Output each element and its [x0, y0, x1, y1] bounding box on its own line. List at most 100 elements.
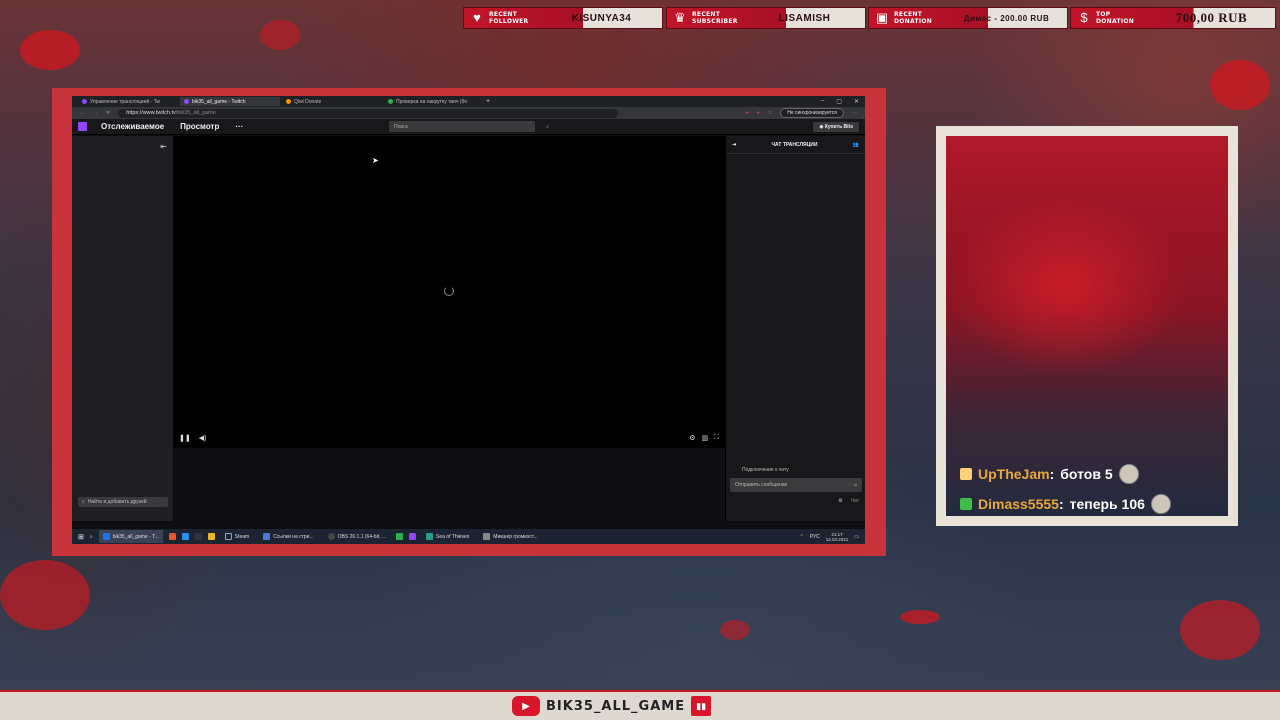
badge-icon: [960, 468, 972, 480]
taskbar-item[interactable]: bik35_all_game - T...: [98, 530, 163, 543]
stream-overlay: ♥ RECENT FOLLOWER KISUNYA34 ♛ RECENT SUB…: [0, 0, 1280, 720]
youtube-icon: ▶: [512, 696, 540, 716]
recent-subscriber-alert: ♛ RECENT SUBSCRIBER LISAMISH: [666, 7, 866, 29]
app-icon[interactable]: [396, 533, 404, 540]
tab-favicon-icon: [82, 99, 87, 104]
volume-icon[interactable]: ◀): [199, 434, 207, 442]
volume-mixer-icon: [483, 533, 491, 540]
taskbar-item[interactable]: Ссылки на стри...: [259, 530, 317, 543]
app-icon[interactable]: [168, 533, 176, 540]
app-icon[interactable]: [207, 533, 215, 540]
browser-frame: Управление трансляцией - Tw bik35_all_ga…: [52, 88, 886, 556]
app-icon[interactable]: [194, 533, 202, 540]
collapse-sidebar-icon[interactable]: ⇤: [160, 142, 167, 151]
settings-icon[interactable]: ⚙: [689, 434, 695, 442]
chat-status: Подключение к чату: [742, 467, 789, 473]
emote-picker-icon[interactable]: ☺: [853, 482, 858, 488]
trophy-icon: ♛: [674, 10, 686, 25]
notifications-icon[interactable]: ▭: [854, 534, 859, 540]
emote-face-icon: [1118, 464, 1139, 484]
new-tab-icon[interactable]: +: [486, 98, 490, 105]
recent-donation-alert: ▣ RECENT DONATION Димас - 200.00 RUB: [868, 7, 1068, 29]
url-field[interactable]: https://www.twitch.tv/bik35_all_game: [118, 108, 619, 118]
nav-following[interactable]: Отслеживаемое: [101, 122, 164, 131]
player-controls-right: ⚙ ▥ ⛶: [689, 434, 719, 442]
buy-bits-button[interactable]: ◆ Купить Bits: [813, 121, 859, 132]
collapse-chat-icon[interactable]: ⇥: [732, 142, 736, 148]
taskbar-item[interactable]: Steam: [221, 530, 253, 543]
social-links: ▶ BIK35_ALL_GAME ▮▮: [512, 696, 712, 716]
chat-input[interactable]: Отправить сообщение ☺: [730, 478, 862, 492]
blood-splatter: [1180, 600, 1260, 660]
system-clock[interactable]: 21:17 12.03.2021: [826, 532, 849, 542]
browser-tab[interactable]: Проверка на накрутку твич (бо: [384, 97, 484, 106]
tab-favicon-icon: [388, 99, 393, 104]
left-sidebar: ⇤ ⌕ Найти и добавить друзей: [72, 136, 173, 521]
search-icon[interactable]: ⌕: [546, 124, 549, 130]
sync-button[interactable]: Не синхронизируется: [780, 108, 844, 118]
minimize-icon[interactable]: –: [821, 98, 824, 105]
address-bar-row: ← → ✕ https://www.twitch.tv/bik35_all_ga…: [72, 107, 865, 119]
more-menu-icon[interactable]: ···: [852, 110, 857, 116]
chat-send-button[interactable]: Чат: [851, 498, 859, 504]
blood-splatter: [20, 30, 80, 70]
app-icon[interactable]: [181, 533, 189, 540]
pause-icon[interactable]: ❚❚: [179, 434, 191, 442]
twitch-main: ⇤ ⌕ Найти и добавить друзей ➤ ❚❚ ◀) ⚙ ▥ …: [72, 136, 865, 521]
extension-icon[interactable]: ●: [746, 110, 749, 116]
emote-face-icon: [1150, 494, 1171, 514]
search-icon[interactable]: ⌕: [90, 534, 93, 540]
nav-more[interactable]: ···: [235, 122, 243, 131]
back-icon[interactable]: ←: [80, 110, 85, 116]
heart-icon: ♥: [473, 10, 481, 25]
windows-start-icon[interactable]: ⊞: [78, 533, 84, 541]
bottom-banner: ▶ BIK35_ALL_GAME ▮▮: [0, 690, 1280, 720]
browser-tab-active[interactable]: bik35_all_game - Twitch: [180, 97, 280, 106]
blood-splatter: [1210, 60, 1270, 110]
chat-header: ⇥ ЧАТ ТРАНСЛЯЦИИ 👥: [726, 136, 865, 154]
recent-follower-alert: ♥ RECENT FOLLOWER KISUNYA34: [463, 7, 663, 29]
users-icon[interactable]: 👥: [853, 142, 859, 148]
extension-icon[interactable]: ●: [757, 110, 760, 116]
fullscreen-icon[interactable]: ⛶: [714, 434, 719, 442]
overlay-chat-message: UpTheJam: ботов 5: [960, 464, 1139, 484]
chat-overlay-box: UpTheJam: ботов 5 Dimass5555: теперь 106: [936, 126, 1238, 526]
search-icon: ⌕: [82, 499, 85, 505]
video-player[interactable]: ➤ ❚❚ ◀) ⚙ ▥ ⛶: [173, 136, 725, 448]
nav-browse[interactable]: Просмотр: [180, 122, 219, 131]
forward-icon[interactable]: →: [93, 110, 98, 116]
tab-favicon-icon: [286, 99, 291, 104]
loading-spinner-icon: [444, 286, 454, 296]
browser-tab[interactable]: Qiwi Donate: [282, 97, 382, 106]
browser-tab[interactable]: Управление трансляцией - Tw: [78, 97, 178, 106]
cash-icon: ▣: [875, 10, 889, 25]
windows-taskbar: ⊞ ⌕ bik35_all_game - T... Steam Ссылки н…: [72, 529, 865, 544]
twitch-logo-icon[interactable]: [78, 122, 87, 131]
close-icon[interactable]: ✕: [854, 98, 859, 105]
favorites-icon[interactable]: ☆: [768, 110, 772, 116]
money-bag-icon: $: [1080, 10, 1088, 25]
maximize-icon[interactable]: ▢: [836, 98, 842, 105]
taskbar-item[interactable]: Микшер громкост...: [479, 530, 541, 543]
blood-splatter: [900, 610, 940, 624]
find-friends-input[interactable]: ⌕ Найти и добавить друзей: [78, 497, 168, 507]
steam-icon: [224, 533, 232, 540]
player-controls: ❚❚ ◀) ⚙ ▥ ⛶: [179, 434, 719, 442]
tab-favicon-icon: [184, 99, 189, 104]
close-load-icon[interactable]: ✕: [106, 110, 110, 116]
search-input[interactable]: Поиск ⌕: [389, 121, 549, 132]
taskbar-item[interactable]: Sea of Thieves: [422, 530, 473, 543]
chat-settings-icon[interactable]: ⚙: [838, 498, 842, 504]
document-icon: [263, 533, 271, 540]
language-indicator[interactable]: РУС: [810, 534, 820, 540]
mouse-cursor-icon: ➤: [372, 156, 379, 165]
obs-icon: [327, 533, 335, 540]
chat-overlay-panel: UpTheJam: ботов 5 Dimass5555: теперь 106: [946, 136, 1228, 516]
top-donation-alert: $ TOP DONATION 700,00 RUB: [1070, 7, 1276, 29]
stream-chat: ⇥ ЧАТ ТРАНСЛЯЦИИ 👥 Подключение к чату От…: [725, 136, 865, 521]
taskbar-item[interactable]: OBS 26.1.1 (64-bit, ...: [324, 530, 390, 543]
badge-icon: [960, 498, 972, 510]
theatre-mode-icon[interactable]: ▥: [701, 434, 708, 442]
app-icon[interactable]: [409, 533, 417, 540]
tray-arrow-icon[interactable]: ⌃: [800, 534, 804, 540]
